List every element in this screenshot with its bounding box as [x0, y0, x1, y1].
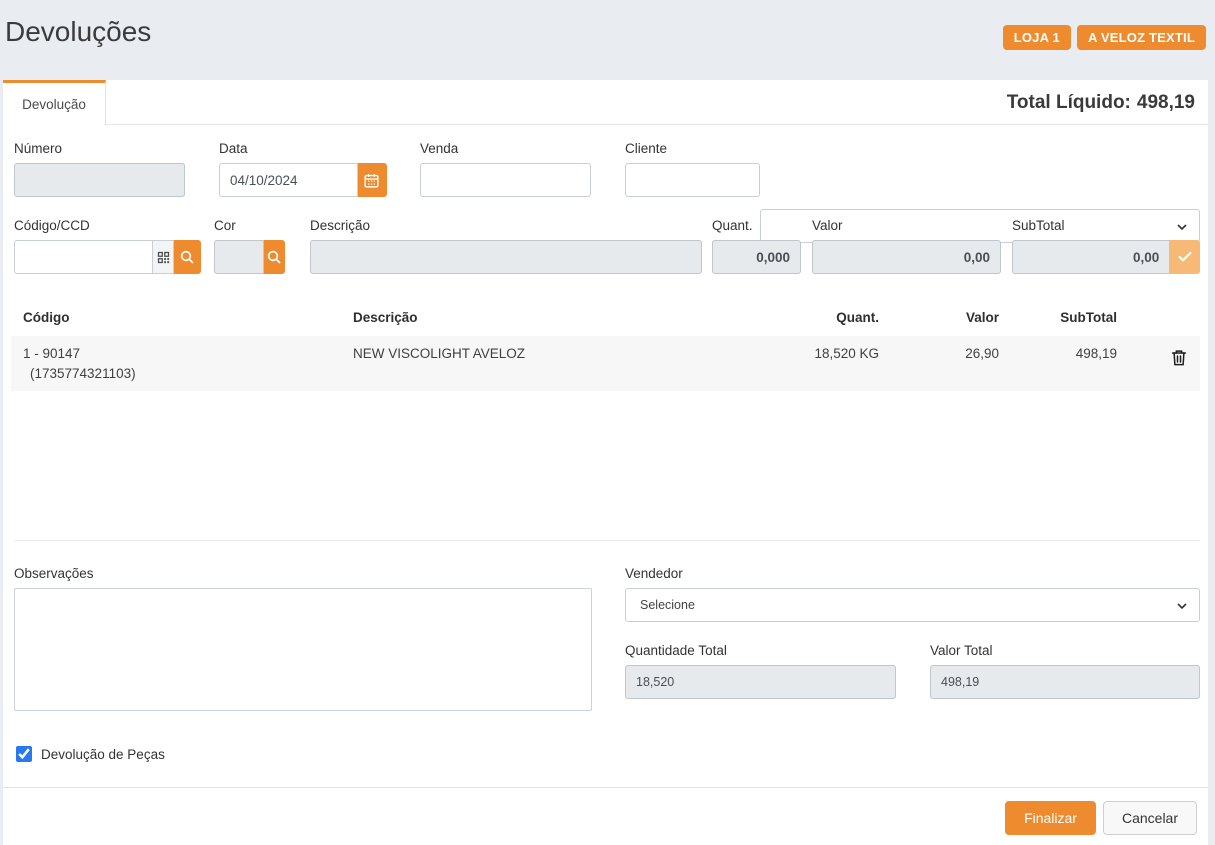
footer-divider [3, 787, 1208, 788]
col-subtotal: SubTotal [1011, 298, 1129, 336]
venda-field: Venda [420, 141, 591, 197]
finalizar-button[interactable]: Finalizar [1005, 801, 1096, 835]
vendedor-select-value: Selecione [640, 598, 695, 612]
descricao-field: Descrição [310, 218, 702, 274]
check-icon [1177, 249, 1193, 265]
items-table-header: Código Descrição Quant. Valor SubTotal [11, 298, 1200, 336]
cell-subtotal: 498,19 [1011, 336, 1129, 391]
data-label: Data [219, 141, 387, 156]
subtotal-input [1012, 240, 1170, 274]
search-icon [266, 249, 282, 265]
tab-devolucao-label: Devolução [22, 97, 86, 112]
cliente-field: Cliente [625, 141, 760, 197]
codigo-search-button[interactable] [174, 240, 201, 274]
devolucao-panel: Devolução Total Líquido: 498,19 Número D… [3, 80, 1208, 845]
cliente-code-input[interactable] [625, 163, 760, 197]
page-header: Devoluções LOJA 1 A VELOZ TEXTIL [0, 0, 1215, 80]
quantidade-total-input [625, 665, 896, 699]
numero-input [14, 163, 185, 197]
total-liquido: Total Líquido: 498,19 [1007, 80, 1195, 125]
descricao-input [310, 240, 702, 274]
col-descricao: Descrição [341, 298, 731, 336]
valor-field: Valor [812, 218, 1001, 274]
numero-label: Número [14, 141, 185, 156]
item-barcode: (1735774321103) [23, 366, 329, 381]
col-valor: Valor [891, 298, 1011, 336]
venda-input[interactable] [420, 163, 591, 197]
valor-label: Valor [812, 218, 1001, 233]
item-codigo: 1 - 90147 [23, 346, 80, 361]
cor-label: Cor [214, 218, 285, 233]
chevron-down-icon [1174, 598, 1190, 617]
valor-input [812, 240, 1001, 274]
vendedor-field: Vendedor Selecione [625, 566, 1200, 622]
vendedor-select[interactable]: Selecione [625, 588, 1200, 622]
store-badge[interactable]: LOJA 1 [1003, 25, 1071, 50]
cor-input [214, 240, 264, 274]
page-title: Devoluções [5, 16, 151, 48]
descricao-label: Descrição [310, 218, 702, 233]
codigo-ccd-label: Código/CCD [14, 218, 201, 233]
devolucao-pecas-checkbox[interactable] [16, 746, 32, 762]
cell-valor: 26,90 [891, 336, 1011, 391]
devolucao-pecas-label: Devolução de Peças [41, 747, 165, 762]
cliente-label: Cliente [625, 141, 760, 156]
items-table: Código Descrição Quant. Valor SubTotal 1… [11, 298, 1200, 391]
tab-bar: Devolução Total Líquido: 498,19 [3, 80, 1208, 125]
cell-quant: 18,520 KG [731, 336, 891, 391]
qr-code-icon [156, 250, 171, 265]
valor-total-input [930, 665, 1200, 699]
quantidade-total-label: Quantidade Total [625, 643, 896, 658]
devolucao-pecas-row: Devolução de Peças [16, 746, 165, 762]
col-actions [1129, 298, 1200, 336]
header-badges: LOJA 1 A VELOZ TEXTIL [1003, 25, 1206, 50]
cor-search-button[interactable] [264, 240, 285, 274]
col-quant: Quant. [731, 298, 891, 336]
section-divider [14, 540, 1200, 541]
observacoes-textarea[interactable] [14, 588, 592, 711]
table-row: 1 - 90147 (1735774321103) NEW VISCOLIGHT… [11, 336, 1200, 391]
total-liquido-value: 498,19 [1137, 92, 1195, 114]
confirm-item-button[interactable] [1170, 240, 1200, 274]
cancelar-button[interactable]: Cancelar [1103, 801, 1197, 835]
numero-field: Número [14, 141, 185, 197]
footer-actions: Finalizar Cancelar [1005, 801, 1197, 835]
delete-item-button[interactable] [1170, 348, 1188, 370]
calendar-icon [363, 172, 380, 189]
cor-field: Cor [214, 218, 285, 274]
quant-label: Quant. [712, 218, 801, 233]
tab-devolucao[interactable]: Devolução [3, 80, 106, 126]
valor-total-field: Valor Total [930, 643, 1200, 699]
subtotal-label: SubTotal [1012, 218, 1200, 233]
col-codigo: Código [11, 298, 341, 336]
cell-codigo: 1 - 90147 (1735774321103) [11, 336, 341, 391]
company-badge[interactable]: A VELOZ TEXTIL [1077, 25, 1206, 50]
data-field: Data [219, 141, 387, 197]
valor-total-label: Valor Total [930, 643, 1200, 658]
data-input[interactable] [219, 163, 358, 197]
observacoes-field: Observações [14, 566, 592, 716]
quant-input [712, 240, 801, 274]
calendar-button[interactable] [358, 163, 387, 197]
subtotal-field: SubTotal [1012, 218, 1200, 274]
vendedor-label: Vendedor [625, 566, 1200, 581]
total-liquido-label: Total Líquido: [1007, 92, 1131, 114]
barcode-scan-button[interactable] [153, 240, 175, 274]
quant-field: Quant. [712, 218, 801, 274]
venda-label: Venda [420, 141, 591, 156]
codigo-ccd-field: Código/CCD [14, 218, 201, 274]
codigo-ccd-input[interactable] [14, 240, 153, 274]
observacoes-label: Observações [14, 566, 592, 581]
cell-descricao: NEW VISCOLIGHT AVELOZ [341, 336, 731, 391]
quantidade-total-field: Quantidade Total [625, 643, 896, 699]
search-icon [179, 249, 195, 265]
trash-icon [1170, 348, 1188, 367]
